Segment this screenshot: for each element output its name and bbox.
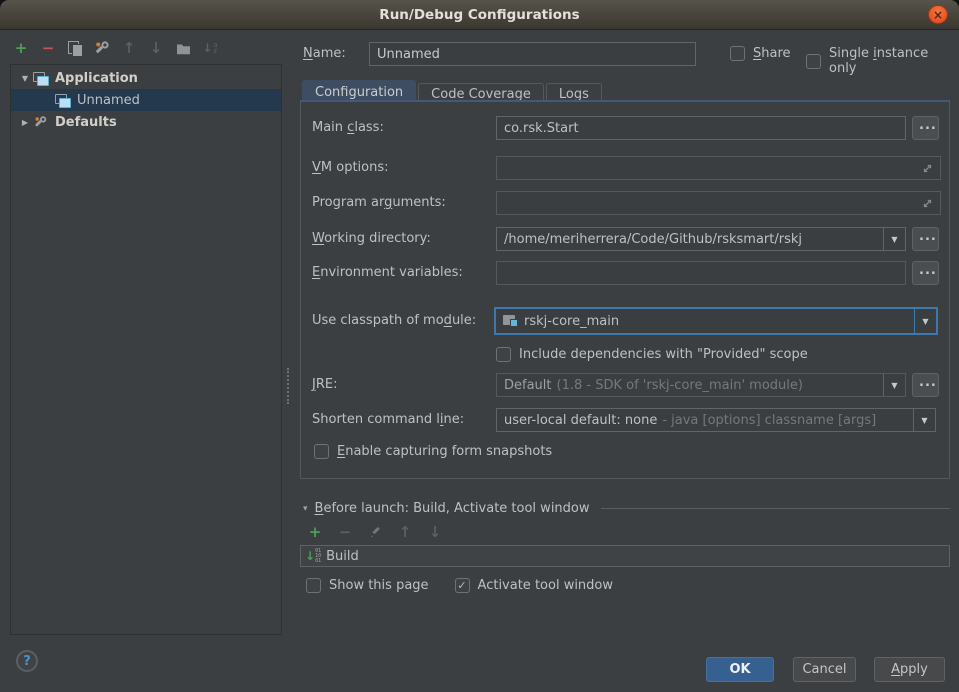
use-classpath-combo[interactable]: rskj-core_main ▼ [494,307,938,335]
main-class-browse-button[interactable]: ... [912,116,939,140]
dropdown-arrow-icon[interactable]: ▼ [883,228,905,250]
name-label: Name: [303,46,346,61]
check-icon: ✓ [457,580,466,591]
dropdown-arrow-icon[interactable]: ▼ [914,309,936,333]
single-instance-checkbox-box[interactable] [806,54,821,69]
move-down-icon[interactable]: ↓ [148,40,164,56]
application-icon [33,72,49,85]
activate-tool-window-checkbox[interactable]: ✓ Activate tool window [455,578,613,593]
environment-variables-browse-button[interactable]: ... [912,261,939,285]
move-up-icon[interactable]: ↑ [397,524,413,540]
configurations-panel: + − ↑ ↓ ↓az ▼ Applicat [0,30,292,692]
add-icon[interactable]: + [13,40,29,56]
working-directory-combo[interactable]: /home/meriherrera/Code/Github/rsksmart/r… [496,227,906,251]
run-debug-configurations-dialog: Run/Debug Configurations × + − ↑ ↓ ↓az [0,0,959,692]
collapse-triangle-icon[interactable]: ▾ [303,504,308,514]
tree-node-unnamed[interactable]: Unnamed [11,89,281,111]
working-directory-label: Working directory: [312,231,431,246]
use-classpath-label: Use classpath of module: [312,313,476,328]
application-icon [55,94,71,107]
remove-icon[interactable]: − [40,40,56,56]
share-checkbox[interactable]: Share [730,46,791,61]
environment-variables-input[interactable] [496,261,906,285]
include-provided-checkbox[interactable]: Include dependencies with "Provided" sco… [496,347,808,362]
enable-snapshots-checkbox-box[interactable] [314,444,329,459]
main-class-label: Main class: [312,120,384,135]
dialog-footer: ? OK Cancel Apply [0,638,959,692]
configuration-editor: Name: Unnamed Share Single instance only… [292,30,959,692]
wrench-icon [33,115,49,129]
tree-node-application[interactable]: ▼ Application [11,67,281,89]
build-item-label: Build [326,549,359,564]
expand-field-icon[interactable] [921,162,934,179]
edit-pencil-icon[interactable] [367,524,383,540]
move-down-icon[interactable]: ↓ [427,524,443,540]
show-this-page-label: Show this page [329,578,429,593]
jre-combo[interactable]: Default (1.8 - SDK of 'rskj-core_main' m… [496,373,906,397]
working-directory-browse-button[interactable]: ... [912,227,939,251]
environment-variables-label: Environment variables: [312,265,463,280]
name-row: Name: Unnamed Share Single instance only [303,42,959,66]
help-icon[interactable]: ? [16,650,38,672]
separator-line [601,508,950,509]
before-launch-list: ↓ 01 10 01 Build [300,545,950,567]
before-launch-options: Show this page ✓ Activate tool window [306,578,613,593]
program-arguments-input[interactable] [496,191,941,215]
expanded-chevron-icon[interactable]: ▼ [17,74,33,83]
share-checkbox-box[interactable] [730,46,745,61]
before-launch-title: Before launch: Build, Activate tool wind… [315,501,590,516]
activate-tool-window-label: Activate tool window [478,578,613,593]
name-input[interactable]: Unnamed [369,42,696,66]
copy-icon[interactable] [67,40,83,56]
show-this-page-checkbox-box[interactable] [306,578,321,593]
show-this-page-checkbox[interactable]: Show this page [306,578,429,593]
single-instance-label: Single instance only [829,46,959,76]
module-icon [503,315,518,327]
dropdown-arrow-icon[interactable]: ▼ [883,374,905,396]
titlebar: Run/Debug Configurations × [0,0,959,30]
vm-options-label: VM options: [312,160,389,175]
dialog-title: Run/Debug Configurations [379,7,579,23]
before-launch-header[interactable]: ▾ Before launch: Build, Activate tool wi… [303,501,950,516]
move-up-icon[interactable]: ↑ [121,40,137,56]
jre-label: JRE: [312,377,337,392]
activate-tool-window-checkbox-box[interactable]: ✓ [455,578,470,593]
share-label: Share [753,46,791,61]
close-icon[interactable]: × [928,5,948,24]
tree-label-defaults: Defaults [55,115,117,130]
program-arguments-label: Program arguments: [312,195,446,210]
before-launch-toolbar: + − ↑ ↓ [307,524,443,540]
main-class-input[interactable]: co.rsk.Start [496,116,906,140]
include-provided-checkbox-box[interactable] [496,347,511,362]
sort-alphabetically-icon[interactable]: ↓az [202,40,218,56]
tree-node-defaults[interactable]: ▶ Defaults [11,111,281,133]
before-launch-item-build[interactable]: ↓ 01 10 01 Build [305,549,359,564]
cancel-button[interactable]: Cancel [793,657,856,682]
single-instance-checkbox[interactable]: Single instance only [806,46,959,76]
enable-snapshots-label: Enable capturing form snapshots [337,444,552,459]
configurations-tree: ▼ Application Unnamed ▶ Defaults [10,64,282,635]
expand-field-icon[interactable] [921,197,934,214]
vm-options-input[interactable] [496,156,941,180]
configuration-tab-content: Main class: co.rsk.Start ... VM options:… [300,100,950,479]
configurations-toolbar: + − ↑ ↓ ↓az [13,39,218,57]
enable-snapshots-checkbox[interactable]: Enable capturing form snapshots [314,444,552,459]
ok-button[interactable]: OK [706,657,774,682]
shorten-command-line-combo[interactable]: user-local default: none - java [options… [496,408,936,432]
dropdown-arrow-icon[interactable]: ▼ [913,409,935,431]
shorten-command-line-label: Shorten command line: [312,412,464,427]
tree-label-unnamed: Unnamed [77,93,140,108]
collapsed-chevron-icon[interactable]: ▶ [17,118,33,127]
remove-icon[interactable]: − [337,524,353,540]
build-icon: ↓ 01 10 01 [305,549,321,564]
edit-defaults-wrench-icon[interactable] [94,40,110,56]
folder-icon[interactable] [175,40,191,56]
tree-label-application: Application [55,71,138,86]
jre-browse-button[interactable]: ... [912,373,939,397]
include-provided-label: Include dependencies with "Provided" sco… [519,347,808,362]
apply-button[interactable]: Apply [874,657,945,682]
add-icon[interactable]: + [307,524,323,540]
